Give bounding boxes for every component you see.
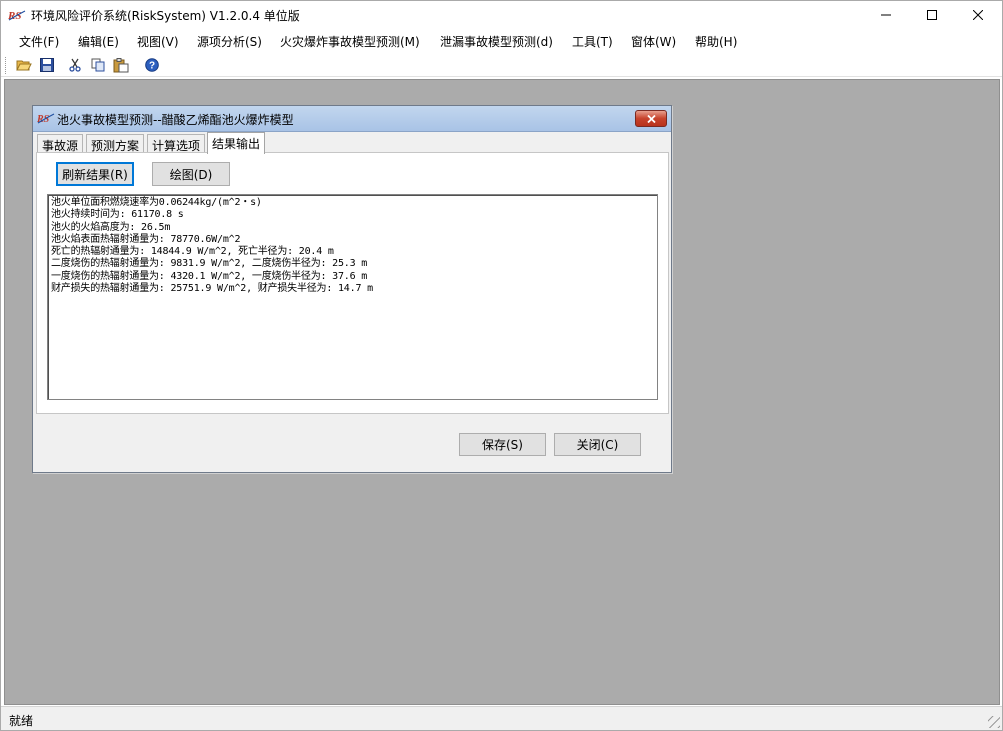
resize-grip[interactable] [988,716,1000,728]
maximize-icon [927,10,937,20]
save-button[interactable]: 保存(S) [459,433,546,456]
tab-accident-source[interactable]: 事故源 [37,134,84,153]
minimize-icon [881,14,891,16]
dialog-title: 池火事故模型预测--醋酸乙烯酯池火爆炸模型 [57,113,294,127]
svg-text:?: ? [149,61,155,72]
result-line: 池火单位面积燃烧速率为0.06244kg/(m^2・s) [51,197,262,208]
toolbar-separator [136,57,137,73]
close-icon [646,114,656,123]
tab-prediction-scheme[interactable]: 预测方案 [86,134,145,153]
plot-button[interactable]: 绘图(D) [152,162,230,186]
menu-bar: 文件(F) 编辑(E) 视图(V) 源项分析(S) 火灾爆炸事故模型预测(M) … [1,29,1002,52]
status-bar: 就绪 [1,706,1002,730]
menu-window[interactable]: 窗体(W) [631,33,676,50]
result-line: 池火的火焰高度为: 26.5m [51,221,171,233]
copy-icon[interactable] [89,56,107,74]
menu-source-analysis[interactable]: 源项分析(S) [197,33,262,50]
result-line: 池火焰表面热辐射通量为: 78770.6W/m^2 [51,233,241,245]
results-textbox[interactable]: 池火单位面积燃烧速率为0.06244kg/(m^2・s) 池火持续时间为: 61… [47,194,658,400]
toolbar-separator [61,57,62,73]
result-output-panel: 刷新结果(R) 绘图(D) 池火单位面积燃烧速率为0.06244kg/(m^2・… [36,152,669,414]
menu-view[interactable]: 视图(V) [137,33,179,50]
menu-fire-explosion-model[interactable]: 火灾爆炸事故模型预测(M) [280,33,420,50]
minimize-button[interactable] [863,1,909,29]
cut-icon[interactable] [66,56,84,74]
close-button[interactable] [955,1,1001,29]
app-logo-icon: RS [7,8,26,22]
result-line: 池火持续时间为: 61170.8 s [51,209,184,221]
help-icon[interactable]: ? [143,56,161,74]
dialog-logo-icon: RS [36,112,55,125]
tab-calc-options[interactable]: 计算选项 [147,134,206,153]
menu-leak-model[interactable]: 泄漏事故模型预测(d) [440,33,553,50]
pool-fire-dialog: RS 池火事故模型预测--醋酸乙烯酯池火爆炸模型 事故源 预测方案 计算选项 结… [32,105,672,473]
window-title: 环境风险评价系统(RiskSystem) V1.2.0.4 单位版 [31,9,300,23]
tab-bar: 事故源 预测方案 计算选项 结果输出 [37,132,667,154]
open-folder-icon[interactable] [15,56,33,74]
tab-result-output[interactable]: 结果输出 [207,132,266,154]
menu-file[interactable]: 文件(F) [19,33,59,50]
paste-icon[interactable] [112,56,130,74]
dialog-title-bar[interactable]: RS 池火事故模型预测--醋酸乙烯酯池火爆炸模型 [33,106,671,132]
maximize-button[interactable] [909,1,955,29]
refresh-results-button[interactable]: 刷新结果(R) [56,162,134,186]
dialog-close-button[interactable] [635,110,667,127]
toolbar-grip[interactable] [5,57,8,74]
toolbar: ? [1,53,1002,77]
close-icon [973,10,983,20]
result-line: 死亡的热辐射通量为: 14844.9 W/m^2, 死亡半径为: 20.4 m [51,246,334,258]
close-dialog-button[interactable]: 关闭(C) [554,433,641,456]
save-disk-icon[interactable] [38,56,56,74]
menu-edit[interactable]: 编辑(E) [78,33,119,50]
title-bar[interactable]: RS 环境风险评价系统(RiskSystem) V1.2.0.4 单位版 [1,1,1002,29]
result-line: 二度烧伤的热辐射通量为: 9831.9 W/m^2, 二度烧伤半径为: 25.3… [51,258,368,270]
status-text: 就绪 [9,714,34,728]
result-line: 一度烧伤的热辐射通量为: 4320.1 W/m^2, 一度烧伤半径为: 37.6… [51,270,368,282]
result-line: 财产损失的热辐射通量为: 25751.9 W/m^2, 财产损失半径为: 14.… [51,283,373,295]
menu-tools[interactable]: 工具(T) [572,33,613,50]
menu-help[interactable]: 帮助(H) [695,33,737,50]
